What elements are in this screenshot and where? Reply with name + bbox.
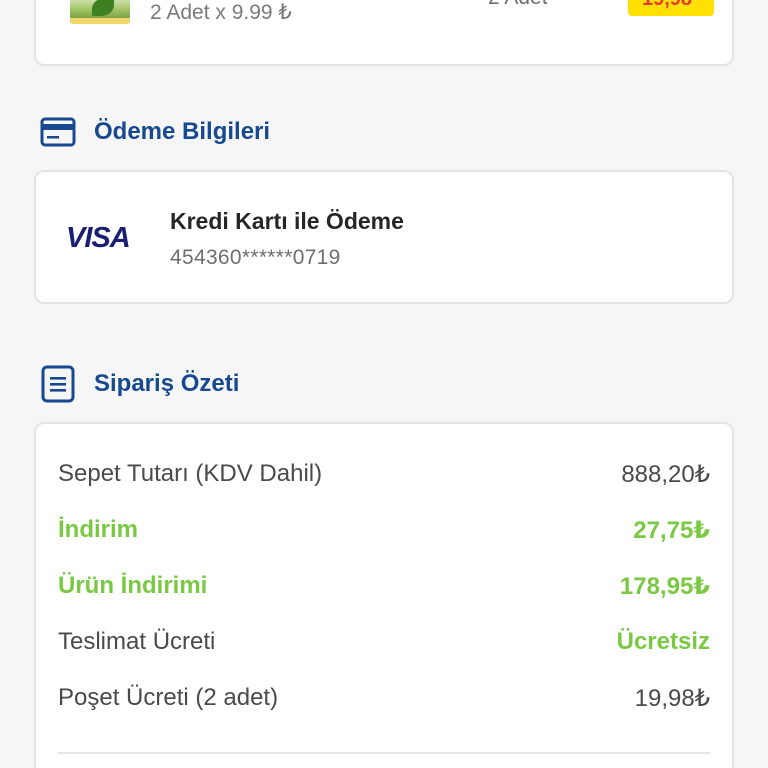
summary-row-bag-fee: Poşet Ücreti (2 adet) 19,98₺ [58,684,710,713]
summary-row-product-discount: Ürün İndirimi 178,95₺ [58,572,710,601]
summary-row-label: Sepet Tutarı (KDV Dahil) [58,460,323,487]
payment-section-title: Ödeme Bilgileri [40,116,270,148]
card-icon [40,117,76,147]
item-count: 2 Adet [488,0,548,10]
summary-divider [58,752,710,754]
summary-row-discount: İndirim 27,75₺ [58,516,710,545]
summary-row-value: 888,20₺ [621,461,710,488]
payment-section-label: Ödeme Bilgileri [94,118,271,145]
summary-row-value: 19,98₺ [634,685,710,712]
summary-row-value: 27,75₺ [633,517,710,544]
payment-method: Kredi Kartı ile Ödeme [170,208,404,234]
item-quantity-text: 2 Adet x 9.99 ₺ [150,1,292,24]
summary-row-basket-total: Sepet Tutarı (KDV Dahil) 888,20₺ [58,460,710,489]
summary-section-title: Sipariş Özeti [40,364,239,404]
summary-row-label: Poşet Ücreti (2 adet) [58,684,279,711]
summary-row-label: Ürün İndirimi [58,572,208,599]
order-summary-card: Sepet Tutarı (KDV Dahil) 888,20₺ İndirim… [34,422,734,768]
summary-row-value: Ücretsiz [616,628,710,655]
summary-row-label: Teslimat Ücreti [58,628,216,655]
summary-section-label: Sipariş Özeti [94,370,240,397]
visa-logo: VISA [66,222,131,254]
order-detail-page: 2 Adet x 9.99 ₺ 2 Adet 19,98 Ödeme Bilgi… [0,0,768,768]
product-thumbnail [70,0,130,24]
order-item-card[interactable]: 2 Adet x 9.99 ₺ 2 Adet 19,98 [34,0,734,66]
masked-card-number: 454360******0719 [170,246,341,269]
payment-card: VISA Kredi Kartı ile Ödeme 454360******0… [34,170,734,304]
summary-row-value: 178,95₺ [619,573,710,600]
summary-row-delivery-fee: Teslimat Ücreti Ücretsiz [58,628,710,656]
summary-row-label: İndirim [58,516,139,543]
document-icon [41,365,75,403]
item-price: 19,98 [642,0,692,11]
item-price-badge: 19,98 [628,0,714,16]
